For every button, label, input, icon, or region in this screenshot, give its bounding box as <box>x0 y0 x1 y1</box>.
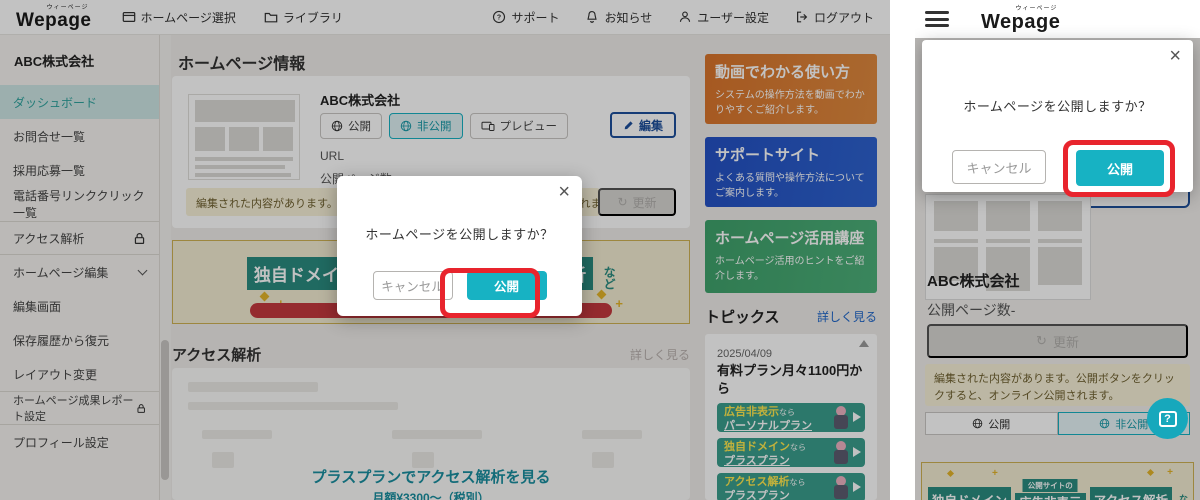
desktop-view: ウィーページ Wepage ホームページ選択 ライブラリ ? サポート <box>0 0 890 500</box>
confirm-publish-button[interactable]: 公開 <box>467 271 547 300</box>
confirm-publish-button[interactable]: 公開 <box>1076 150 1164 186</box>
mobile-header: ウィーページ Wepage <box>915 0 1200 38</box>
dialog-message: ホームページを公開しますか？ <box>922 96 1193 115</box>
hamburger-menu-icon[interactable] <box>925 11 949 27</box>
close-icon[interactable]: × <box>1169 46 1181 66</box>
screenshot: ウィーページ Wepage ホームページ選択 ライブラリ ? サポート <box>0 0 1200 500</box>
mobile-view: ウィーページ Wepage ABC株式会社 公開ページ数- ↻ 更新 <box>915 0 1200 500</box>
dialog-buttons: キャンセル 公開 <box>337 271 582 300</box>
dialog-message: ホームページを公開しますか？ <box>337 224 582 243</box>
wepage-logo[interactable]: ウィーページ Wepage <box>981 6 1060 32</box>
publish-confirm-dialog: × ホームページを公開しますか？ キャンセル 公開 <box>922 40 1193 192</box>
cancel-button[interactable]: キャンセル <box>373 271 453 300</box>
close-icon[interactable]: × <box>558 182 570 202</box>
logo-text: Wepage <box>981 12 1060 32</box>
cancel-button[interactable]: キャンセル <box>952 150 1046 184</box>
publish-confirm-dialog: × ホームページを公開しますか？ キャンセル 公開 <box>337 176 582 316</box>
dialog-buttons: キャンセル 公開 <box>922 150 1193 186</box>
help-icon: ? <box>1159 411 1177 427</box>
help-button[interactable]: ? <box>1147 398 1188 439</box>
